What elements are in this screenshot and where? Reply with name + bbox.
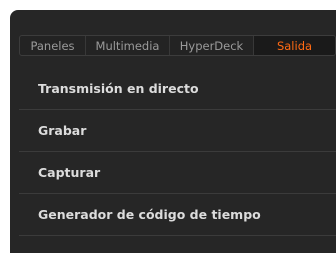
- menu-item-transmision-en-directo[interactable]: Transmisión en directo: [19, 68, 336, 110]
- tab-hyperdeck[interactable]: HyperDeck: [170, 36, 254, 55]
- output-menu: Transmisión en directo Grabar Capturar G…: [10, 68, 336, 236]
- menu-item-grabar[interactable]: Grabar: [19, 110, 336, 152]
- tab-paneles[interactable]: Paneles: [20, 36, 86, 55]
- tab-bar: Paneles Multimedia HyperDeck Salida: [19, 35, 336, 56]
- output-panel: Paneles Multimedia HyperDeck Salida Tran…: [10, 10, 336, 253]
- menu-item-generador-de-codigo-de-tiempo[interactable]: Generador de código de tiempo: [19, 194, 336, 236]
- tab-multimedia[interactable]: Multimedia: [86, 36, 170, 55]
- menu-item-capturar[interactable]: Capturar: [19, 152, 336, 194]
- tab-salida[interactable]: Salida: [254, 36, 335, 55]
